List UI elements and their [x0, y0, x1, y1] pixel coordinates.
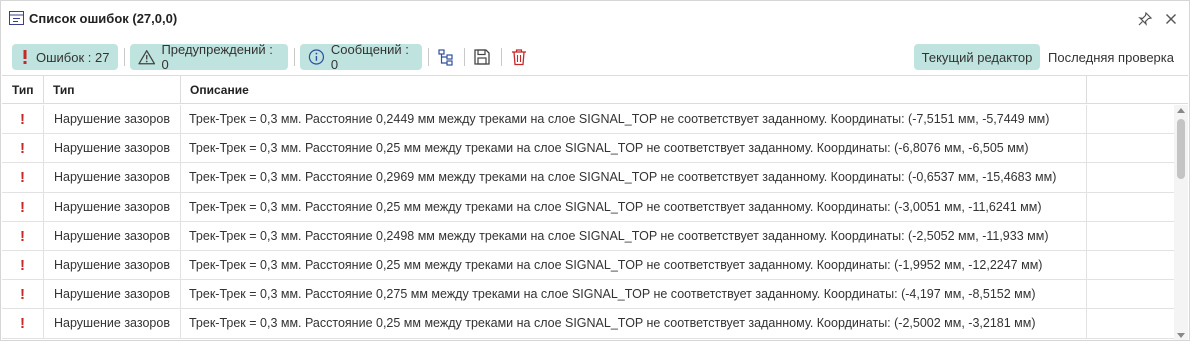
error-icon: !: [2, 309, 44, 339]
row-type: Нарушение зазоров: [44, 221, 181, 251]
error-icon: !: [2, 134, 44, 164]
table-row[interactable]: ! Нарушение зазоров Трек-Трек = 0,3 мм. …: [2, 134, 1174, 164]
error-icon: !: [2, 250, 44, 280]
warnings-filter-label: Предупреждений : 0: [161, 42, 273, 72]
table-row[interactable]: ! Нарушение зазоров Трек-Трек = 0,3 мм. …: [2, 105, 1174, 135]
error-icon: !: [2, 221, 44, 251]
trash-icon[interactable]: [510, 48, 528, 66]
error-icon: !: [2, 163, 44, 193]
toolbar-divider: [464, 48, 465, 66]
pin-icon[interactable]: [1137, 11, 1153, 27]
close-icon[interactable]: [1163, 11, 1179, 27]
error-icon: !: [2, 192, 44, 222]
row-type: Нарушение зазоров: [44, 192, 181, 222]
row-type: Нарушение зазоров: [44, 134, 181, 164]
hierarchy-icon[interactable]: [437, 48, 455, 66]
row-description: Трек-Трек = 0,3 мм. Расстояние 0,25 мм м…: [181, 134, 1087, 164]
row-description: Трек-Трек = 0,3 мм. Расстояние 0,2969 мм…: [181, 163, 1087, 193]
toolbar-divider: [428, 48, 429, 66]
errors-table: Тип Тип Описание ! Нарушение зазоров Тре…: [2, 75, 1188, 340]
errors-filter-label: Ошибок : 27: [36, 49, 110, 65]
error-icon: !: [2, 105, 44, 134]
toolbar: Ошибок : 27 Предупреждений : 0 Сообщений…: [1, 41, 1189, 73]
info-icon: [308, 49, 325, 65]
tab-current-editor[interactable]: Текущий редактор: [914, 44, 1040, 70]
error-icon: !: [2, 280, 44, 310]
row-type: Нарушение зазоров: [44, 280, 181, 310]
row-description: Трек-Трек = 0,3 мм. Расстояние 0,25 мм м…: [181, 309, 1087, 339]
row-type: Нарушение зазоров: [44, 105, 181, 134]
row-description: Трек-Трек = 0,3 мм. Расстояние 0,25 мм м…: [181, 250, 1087, 280]
column-header-icon-type[interactable]: Тип: [2, 76, 44, 104]
row-type: Нарушение зазоров: [44, 309, 181, 339]
save-icon[interactable]: [473, 48, 491, 66]
table-header: Тип Тип Описание: [2, 76, 1188, 104]
table-body: ! Нарушение зазоров Трек-Трек = 0,3 мм. …: [2, 105, 1174, 339]
table-row[interactable]: ! Нарушение зазоров Трек-Трек = 0,3 мм. …: [2, 250, 1174, 281]
toolbar-divider: [124, 48, 125, 66]
errors-filter-button[interactable]: Ошибок : 27: [12, 44, 118, 70]
row-description: Трек-Трек = 0,3 мм. Расстояние 0,275 мм …: [181, 280, 1087, 310]
tab-last-check[interactable]: Последняя проверка: [1044, 44, 1178, 70]
scrollbar-thumb[interactable]: [1177, 119, 1185, 179]
messages-filter-label: Сообщений : 0: [330, 42, 409, 72]
error-icon: [23, 50, 27, 64]
scroll-up-icon[interactable]: [1177, 108, 1185, 113]
table-row[interactable]: ! Нарушение зазоров Трек-Трек = 0,3 мм. …: [2, 163, 1174, 193]
table-row[interactable]: ! Нарушение зазоров Трек-Трек = 0,3 мм. …: [2, 280, 1174, 310]
toolbar-divider: [501, 48, 502, 66]
row-type: Нарушение зазоров: [44, 163, 181, 193]
warning-icon: [138, 50, 156, 65]
column-header-type[interactable]: Тип: [44, 76, 181, 104]
messages-filter-button[interactable]: Сообщений : 0: [300, 42, 422, 72]
row-description: Трек-Трек = 0,3 мм. Расстояние 0,2449 мм…: [181, 105, 1087, 134]
scroll-down-icon[interactable]: [1177, 333, 1185, 338]
error-list-panel: Список ошибок (27,0,0) Ошибок : 27 Преду: [0, 0, 1190, 341]
tab-current-editor-label: Текущий редактор: [921, 49, 1033, 65]
window-icon: [9, 11, 24, 25]
title-bar: Список ошибок (27,0,0): [1, 1, 1189, 36]
table-row[interactable]: ! Нарушение зазоров Трек-Трек = 0,3 мм. …: [2, 221, 1174, 251]
warnings-filter-button[interactable]: Предупреждений : 0: [130, 42, 288, 72]
table-row[interactable]: ! Нарушение зазоров Трек-Трек = 0,3 мм. …: [2, 192, 1174, 222]
tab-last-check-label: Последняя проверка: [1048, 49, 1174, 65]
toolbar-divider: [294, 48, 295, 66]
column-header-description[interactable]: Описание: [181, 76, 1087, 104]
row-type: Нарушение зазоров: [44, 250, 181, 280]
row-description: Трек-Трек = 0,3 мм. Расстояние 0,2498 мм…: [181, 221, 1087, 251]
table-row[interactable]: ! Нарушение зазоров Трек-Трек = 0,3 мм. …: [2, 309, 1174, 339]
vertical-scrollbar[interactable]: [1174, 105, 1188, 340]
panel-title: Список ошибок (27,0,0): [29, 11, 178, 26]
row-description: Трек-Трек = 0,3 мм. Расстояние 0,25 мм м…: [181, 192, 1087, 222]
